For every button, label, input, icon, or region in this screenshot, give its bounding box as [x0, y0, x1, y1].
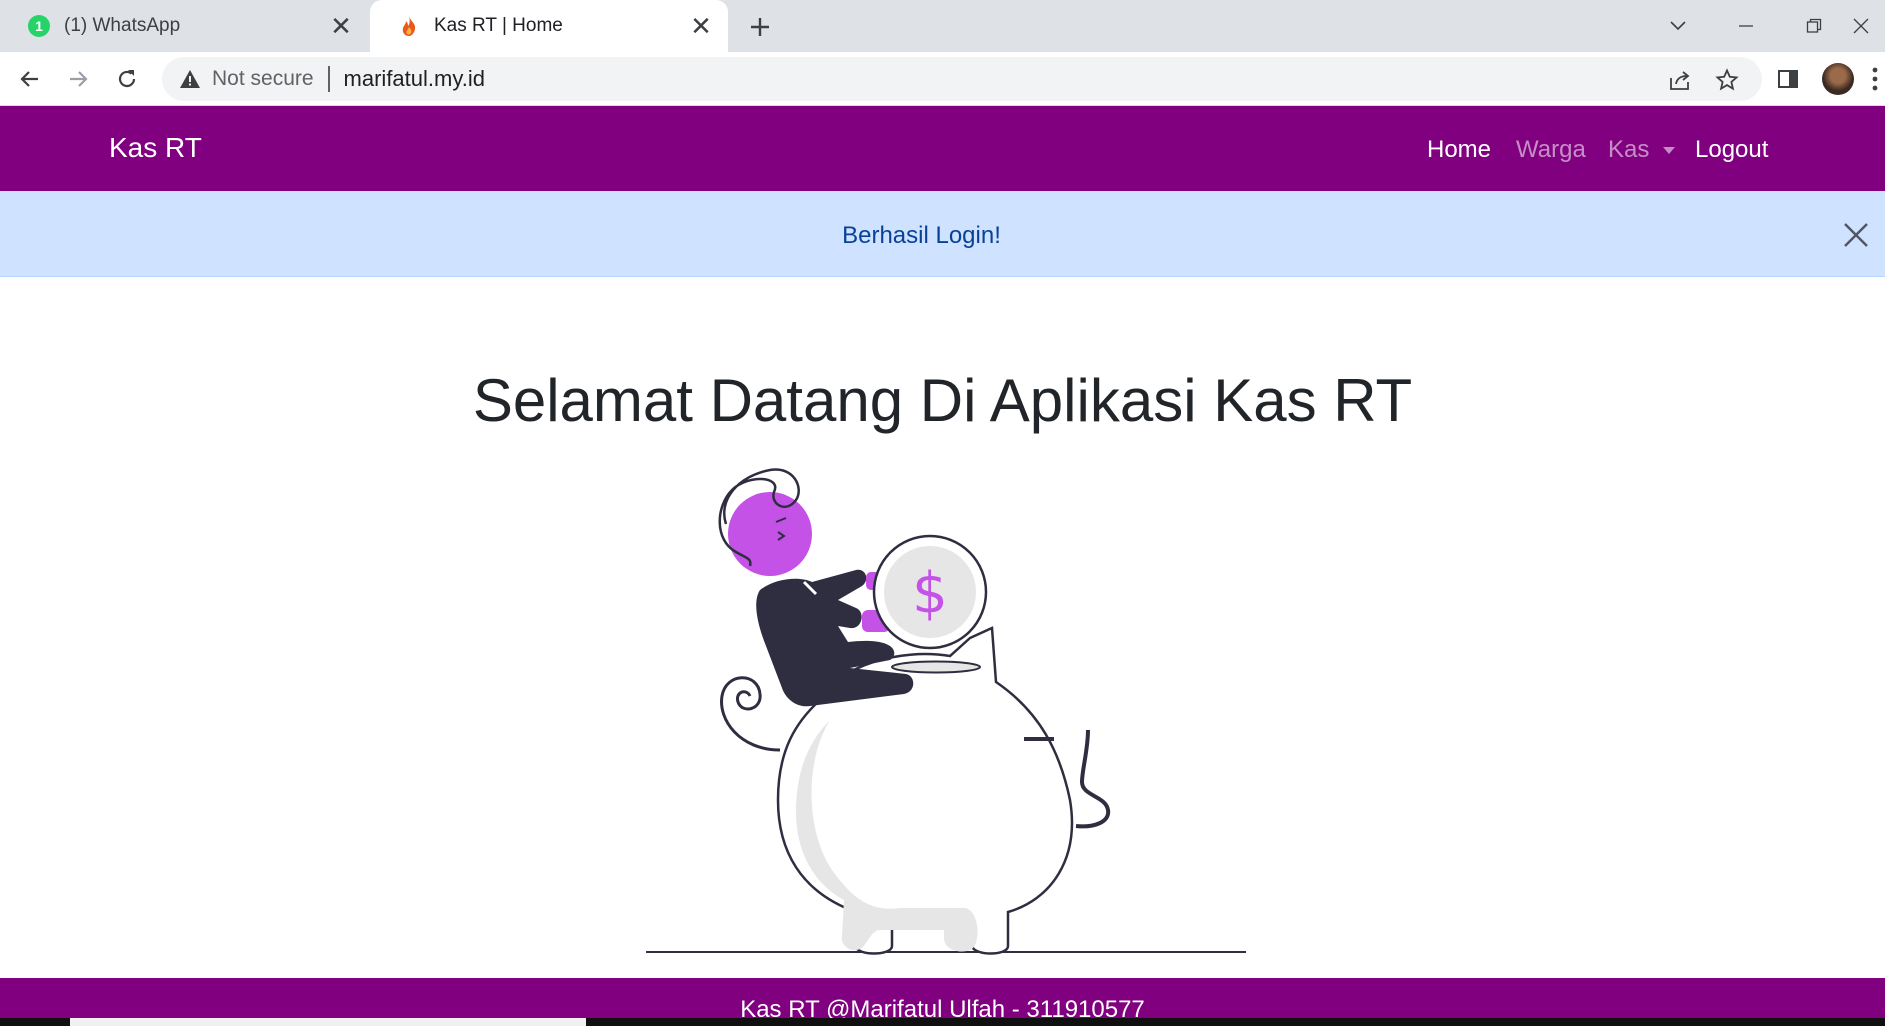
alert-message: Berhasil Login!	[842, 222, 1001, 249]
share-icon[interactable]	[1665, 65, 1695, 95]
menu-dots-icon[interactable]	[1872, 66, 1878, 92]
close-window-icon[interactable]	[1852, 8, 1885, 44]
tab-whatsapp[interactable]: 1 (1) WhatsApp ✕	[0, 0, 368, 52]
new-tab-button[interactable]	[742, 9, 778, 45]
side-panel-icon[interactable]	[1770, 61, 1806, 97]
nav-link-warga[interactable]: Warga	[1516, 136, 1586, 164]
tab-title: (1) WhatsApp	[64, 15, 181, 36]
close-icon[interactable]	[1842, 221, 1870, 249]
warning-triangle-icon[interactable]	[178, 67, 202, 91]
nav-link-home[interactable]: Home	[1427, 136, 1491, 164]
tab-title: Kas RT | Home	[434, 15, 563, 36]
browser-toolbar: Not secure marifatul.my.id	[0, 52, 1885, 106]
browser-tab-strip: 1 (1) WhatsApp ✕ Kas RT | Home ✕	[0, 0, 1885, 52]
tab-close-icon[interactable]: ✕	[686, 11, 716, 41]
star-icon[interactable]	[1712, 65, 1742, 95]
site-navbar: Kas RT Home Warga Kas Logout	[0, 106, 1885, 191]
nav-dropdown-kas-label: Kas	[1608, 136, 1650, 163]
coin-dollar-sign: $	[912, 561, 948, 626]
security-label[interactable]: Not secure	[212, 67, 314, 91]
avatar[interactable]	[1822, 63, 1854, 95]
reload-icon[interactable]	[109, 61, 145, 97]
address-separator	[327, 66, 330, 92]
restore-icon[interactable]	[1794, 8, 1834, 44]
whatsapp-icon: 1	[28, 15, 50, 37]
taskbar-edge	[0, 1018, 1885, 1026]
tab-notification-badge: 1	[28, 15, 50, 37]
tab-search-chevron-icon[interactable]	[1658, 8, 1698, 44]
nav-dropdown-kas[interactable]: Kas	[1608, 136, 1676, 164]
page-title: Selamat Datang Di Aplikasi Kas RT	[472, 367, 1413, 434]
tab-kas-rt-home[interactable]: Kas RT | Home ✕	[370, 0, 728, 52]
minimize-icon[interactable]	[1726, 8, 1766, 44]
navbar-brand[interactable]: Kas RT	[109, 132, 202, 164]
caret-down-icon	[1663, 146, 1676, 154]
piggy-bank-illustration: $	[600, 460, 1300, 960]
arrow-right-icon[interactable]	[60, 61, 96, 97]
tab-close-icon[interactable]: ✕	[326, 11, 356, 41]
login-success-alert: Berhasil Login!	[0, 191, 1885, 277]
arrow-left-icon[interactable]	[12, 61, 48, 97]
flame-icon	[398, 15, 420, 37]
address-bar[interactable]: Not secure marifatul.my.id	[162, 57, 1762, 101]
url-text[interactable]: marifatul.my.id	[344, 66, 485, 92]
nav-link-logout[interactable]: Logout	[1695, 136, 1768, 164]
